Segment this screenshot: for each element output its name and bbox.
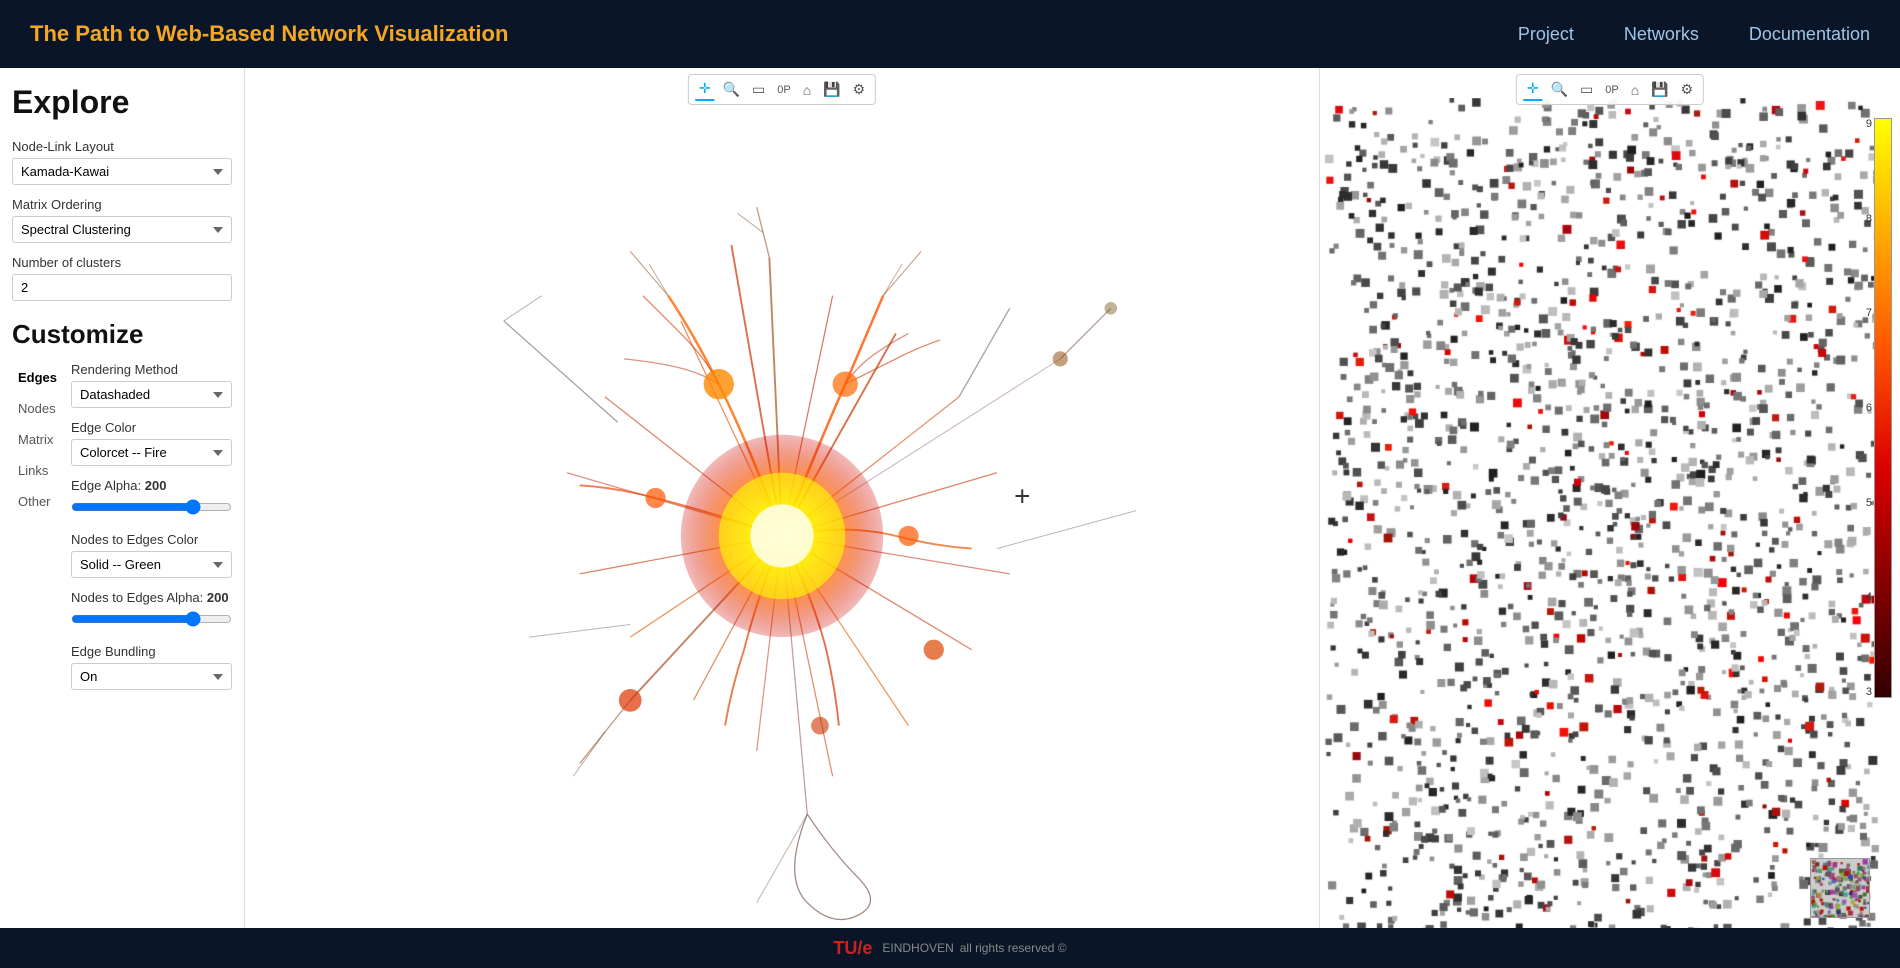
edge-alpha-group: Edge Alpha: 200: [71, 478, 232, 520]
nodes-to-edges-alpha-slider[interactable]: [71, 611, 232, 627]
customize-section: Edges Nodes Matrix Links Other Rendering…: [12, 362, 232, 702]
rendering-method-group: Rendering Method Datashaded Canvas SVG: [71, 362, 232, 408]
matrix-ordering-group: Matrix Ordering Spectral Clustering Opti…: [12, 197, 232, 243]
footer: TU/e EINDHOVEN all rights reserved ©: [0, 928, 1900, 968]
scale-label-3: 3: [1866, 686, 1872, 698]
matrix-thumbnail: [1810, 858, 1870, 918]
tab-matrix[interactable]: Matrix: [12, 428, 63, 453]
scale-label-5: 5: [1866, 497, 1872, 509]
nodes-to-edges-color-group: Nodes to Edges Color Solid -- Green Soli…: [71, 532, 232, 578]
nodes-to-edges-alpha-value: 200: [207, 590, 229, 605]
thumbnail-canvas: [1811, 859, 1870, 918]
toolbar-zoom-btn[interactable]: 🔍: [719, 78, 744, 101]
footer-university: EINDHOVEN: [882, 941, 953, 955]
toolbar-save-btn[interactable]: 💾: [819, 78, 844, 101]
nav-networks[interactable]: Networks: [1624, 24, 1699, 45]
edge-alpha-slider[interactable]: [71, 499, 232, 515]
header: The Path to Web-Based Network Visualizat…: [0, 0, 1900, 68]
footer-logo: TU/e: [833, 938, 872, 959]
rendering-method-label: Rendering Method: [71, 362, 232, 377]
scale-label-4: 4: [1866, 591, 1872, 603]
matrix-ordering-label: Matrix Ordering: [12, 197, 232, 212]
main-nav: Project Networks Documentation: [1518, 24, 1870, 45]
graph-toolbar: ✛ 🔍 ▭ 0P ⌂ 💾 ⚙: [688, 74, 876, 105]
node-link-layout-group: Node-Link Layout Kamada-Kawai Force-Dire…: [12, 139, 232, 185]
tab-other[interactable]: Other: [12, 490, 63, 515]
network-graph-svg: +: [245, 68, 1319, 928]
edge-bundling-group: Edge Bundling On Off: [71, 644, 232, 690]
viz-area: ✛ 🔍 ▭ 0P ⌂ 💾 ⚙: [245, 68, 1900, 928]
tab-edges[interactable]: Edges: [12, 366, 63, 391]
edge-bundling-label: Edge Bundling: [71, 644, 232, 659]
site-title: The Path to Web-Based Network Visualizat…: [30, 21, 508, 47]
customize-tab-content: Rendering Method Datashaded Canvas SVG E…: [63, 362, 232, 702]
matrix-toolbar-settings-btn[interactable]: ⚙: [1677, 78, 1698, 101]
network-graph-panel[interactable]: ✛ 🔍 ▭ 0P ⌂ 💾 ⚙: [245, 68, 1320, 928]
toolbar-settings-btn[interactable]: ⚙: [849, 78, 870, 101]
nodes-to-edges-alpha-group: Nodes to Edges Alpha: 200: [71, 590, 232, 632]
node-link-layout-select[interactable]: Kamada-Kawai Force-Directed Circular Ran…: [12, 158, 232, 185]
matrix-toolbar-zoom-btn[interactable]: 🔍: [1547, 78, 1572, 101]
toolbar-wheel-zoom-btn[interactable]: 0P: [773, 78, 794, 101]
scale-label-6: 6: [1866, 402, 1872, 414]
customize-tab-labels: Edges Nodes Matrix Links Other: [12, 362, 63, 702]
matrix-canvas: [1320, 98, 1900, 928]
nodes-to-edges-alpha-label: Nodes to Edges Alpha: 200: [71, 590, 232, 605]
num-clusters-label: Number of clusters: [12, 255, 232, 270]
edge-color-label: Edge Color: [71, 420, 232, 435]
color-scale-labels: 9 8 7 6 5 4 3: [1866, 118, 1872, 698]
edge-alpha-value: 200: [145, 478, 167, 493]
edge-color-select[interactable]: Colorcet -- Fire Colorcet -- Blues Defau…: [71, 439, 232, 466]
scale-label-8: 8: [1866, 213, 1872, 225]
scale-label-7: 7: [1866, 307, 1872, 319]
customize-heading: Customize: [12, 319, 232, 350]
edge-alpha-label: Edge Alpha: 200: [71, 478, 232, 493]
num-clusters-input[interactable]: [12, 274, 232, 301]
matrix-panel[interactable]: ✛ 🔍 ▭ 0P ⌂ 💾 ⚙ 9 8 7 6 5 4 3: [1320, 68, 1900, 928]
num-clusters-group: Number of clusters: [12, 255, 232, 301]
node-link-layout-label: Node-Link Layout: [12, 139, 232, 154]
nav-documentation[interactable]: Documentation: [1749, 24, 1870, 45]
tab-nodes[interactable]: Nodes: [12, 397, 63, 422]
footer-text: all rights reserved ©: [960, 941, 1067, 955]
toolbar-pan-btn[interactable]: ✛: [695, 78, 715, 101]
sidebar: Explore Node-Link Layout Kamada-Kawai Fo…: [0, 68, 245, 928]
toolbar-box-select-btn[interactable]: ▭: [748, 78, 769, 101]
toolbar-reset-btn[interactable]: ⌂: [799, 78, 815, 101]
matrix-toolbar-pan-btn[interactable]: ✛: [1523, 78, 1543, 101]
nav-project[interactable]: Project: [1518, 24, 1574, 45]
color-scale-bar: [1874, 118, 1892, 698]
matrix-toolbar-box-select-btn[interactable]: ▭: [1576, 78, 1597, 101]
main-content: Explore Node-Link Layout Kamada-Kawai Fo…: [0, 68, 1900, 928]
matrix-toolbar-wheel-zoom-btn[interactable]: 0P: [1601, 78, 1622, 101]
rendering-method-select[interactable]: Datashaded Canvas SVG: [71, 381, 232, 408]
edge-bundling-select[interactable]: On Off: [71, 663, 232, 690]
scale-label-9: 9: [1866, 118, 1872, 130]
edge-color-group: Edge Color Colorcet -- Fire Colorcet -- …: [71, 420, 232, 466]
nodes-to-edges-color-label: Nodes to Edges Color: [71, 532, 232, 547]
svg-text:+: +: [1014, 481, 1030, 512]
matrix-toolbar: ✛ 🔍 ▭ 0P ⌂ 💾 ⚙: [1516, 74, 1704, 105]
matrix-toolbar-reset-btn[interactable]: ⌂: [1627, 78, 1643, 101]
matrix-toolbar-save-btn[interactable]: 💾: [1647, 78, 1672, 101]
nodes-to-edges-color-select[interactable]: Solid -- Green Solid -- Red None: [71, 551, 232, 578]
explore-heading: Explore: [12, 84, 232, 121]
tab-links[interactable]: Links: [12, 459, 63, 484]
matrix-ordering-select[interactable]: Spectral Clustering Optimal Leaf None: [12, 216, 232, 243]
